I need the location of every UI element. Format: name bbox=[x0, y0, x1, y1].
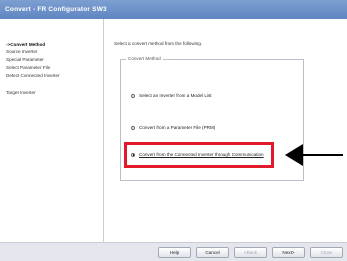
cancel-button[interactable]: Cancel bbox=[196, 247, 229, 258]
next-button[interactable]: Next> bbox=[272, 247, 305, 258]
pointer-arrow-icon bbox=[285, 144, 343, 166]
option-label: Select an Inverter from a Model List bbox=[139, 93, 212, 98]
help-button[interactable]: Help bbox=[158, 247, 191, 258]
nav-item-special-parameter: Special Parameter bbox=[6, 57, 44, 62]
highlight-box bbox=[124, 142, 274, 168]
option-model-list[interactable]: Select an Inverter from a Model List bbox=[131, 93, 212, 98]
option-parameter-file[interactable]: Convert from a Parameter File (PRM) bbox=[131, 125, 215, 130]
option-label: Convert from a Parameter File (PRM) bbox=[139, 125, 216, 130]
instruction-text: Select a convert method from the followi… bbox=[114, 41, 203, 46]
content-area: Select a convert method from the followi… bbox=[104, 19, 347, 242]
nav-item-source-inverter: Source Inverter bbox=[6, 49, 38, 54]
close-button[interactable]: Close bbox=[310, 247, 343, 258]
button-bar: Help Cancel <Back Next> Close bbox=[0, 242, 347, 261]
main-pane: ->Convert Method Source Inverter Special… bbox=[0, 19, 347, 242]
nav-item-target-inverter: Target Inverter bbox=[6, 90, 36, 95]
nav-item-select-parameter-file: Select Parameter File bbox=[6, 65, 51, 70]
step-navigation: ->Convert Method Source Inverter Special… bbox=[0, 19, 104, 242]
radio-icon[interactable] bbox=[131, 93, 135, 98]
radio-icon[interactable] bbox=[131, 125, 135, 130]
window-title: Convert - FR Configurator SW3 bbox=[0, 0, 347, 19]
converter-window: Convert - FR Configurator SW3 ->Convert … bbox=[0, 0, 347, 261]
nav-item-convert-method: ->Convert Method bbox=[6, 42, 46, 47]
back-button[interactable]: <Back bbox=[234, 247, 267, 258]
nav-item-detect-connected-inverter: Detect Connected Inverter bbox=[6, 73, 60, 78]
group-label: Convert Method bbox=[126, 56, 163, 61]
